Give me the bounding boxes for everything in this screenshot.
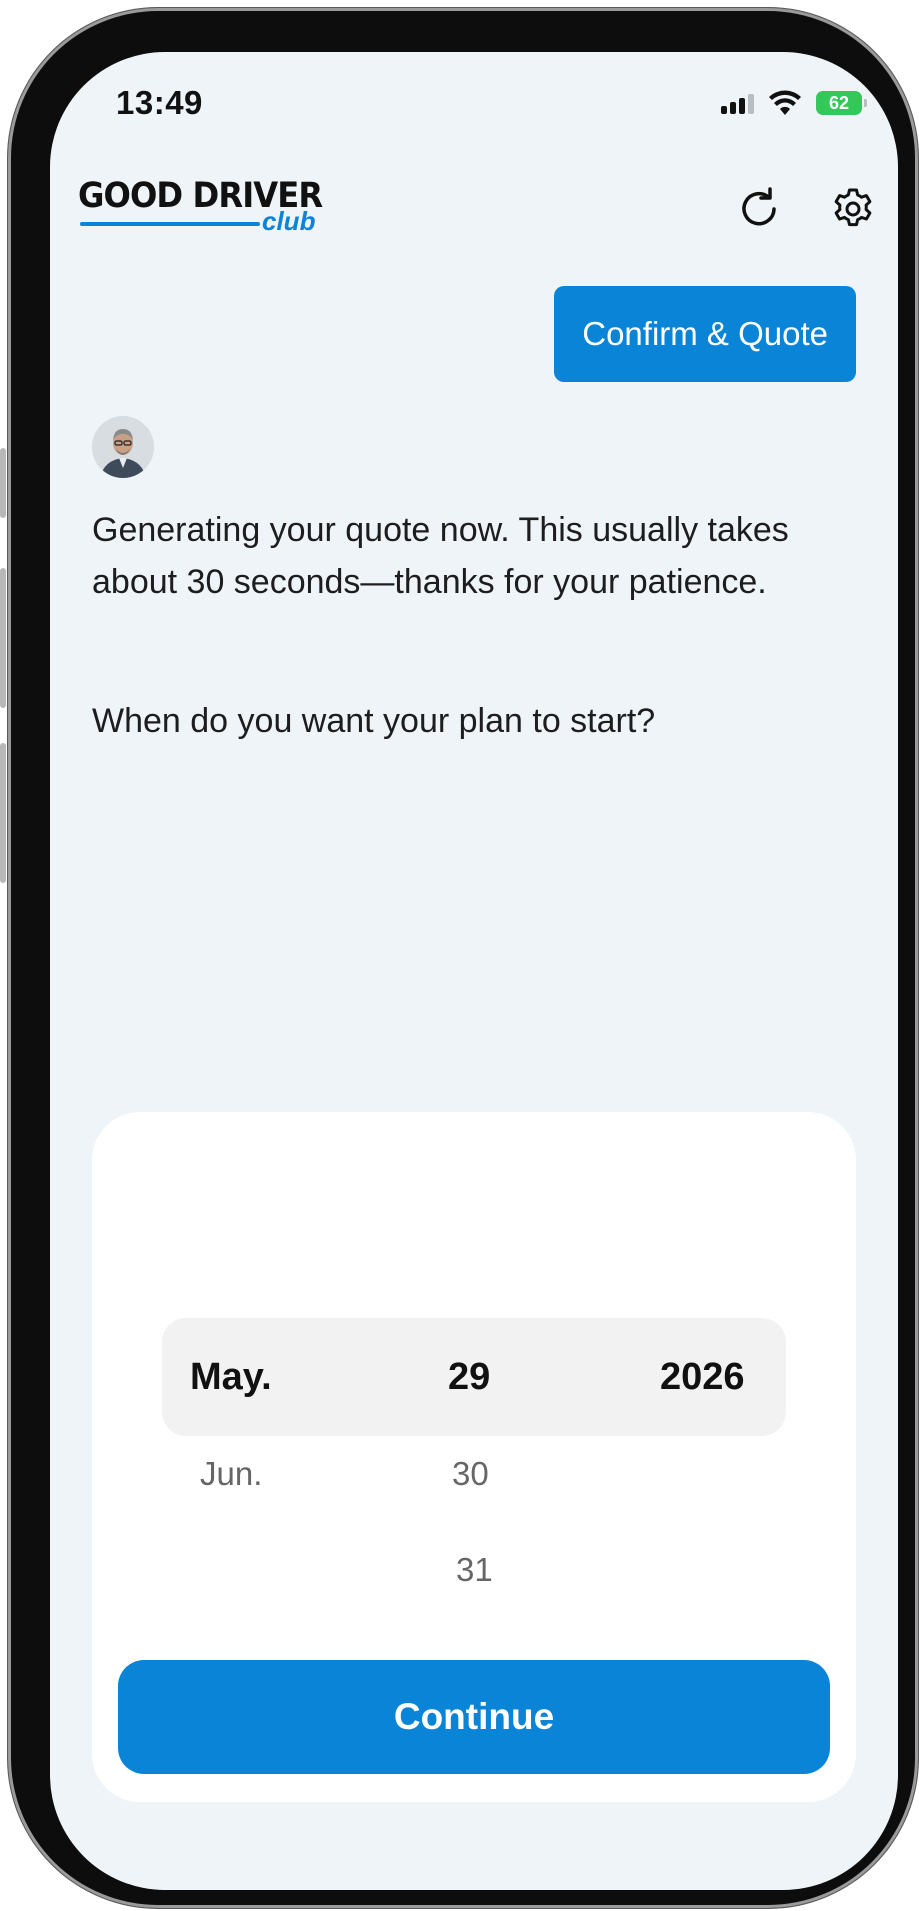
action-button — [0, 448, 6, 518]
bot-question: When do you want your plan to start? — [92, 702, 656, 740]
status-icons: 62 — [721, 90, 867, 116]
agent-avatar-image — [92, 416, 154, 478]
year-selected[interactable]: 2026 — [660, 1356, 745, 1399]
logo-underline — [80, 222, 260, 226]
user-message-confirm-quote[interactable]: Confirm & Quote — [554, 286, 856, 382]
month-option[interactable]: Jun. — [200, 1455, 262, 1493]
wifi-icon — [769, 90, 801, 115]
agent-avatar — [92, 416, 154, 478]
day-selected[interactable]: 29 — [448, 1356, 490, 1399]
refresh-icon[interactable] — [732, 182, 786, 236]
start-date-picker-card: May. Jun. 29 30 31 2026 Continue — [92, 1112, 856, 1802]
battery-level: 62 — [828, 92, 850, 113]
volume-up-button — [0, 568, 6, 708]
status-time: 13:49 — [116, 84, 203, 121]
logo-club-text: club — [262, 206, 316, 236]
bot-message: Generating your quote now. This usually … — [92, 511, 789, 601]
battery-icon: 62 — [816, 91, 867, 115]
gear-icon[interactable] — [826, 182, 880, 236]
continue-button[interactable]: Continue — [118, 1660, 830, 1774]
month-selected[interactable]: May. — [190, 1356, 272, 1399]
app-screen: 13:49 62 GOOD DRIVER club Confirm & Quot… — [50, 52, 898, 1890]
volume-down-button — [0, 743, 6, 883]
day-option[interactable]: 30 — [452, 1455, 489, 1493]
phone-frame: 13:49 62 GOOD DRIVER club Confirm & Quot… — [0, 8, 918, 1908]
day-option[interactable]: 31 — [456, 1551, 493, 1589]
cellular-signal-icon — [721, 92, 754, 114]
good-driver-club-logo: GOOD DRIVER club — [78, 176, 323, 238]
